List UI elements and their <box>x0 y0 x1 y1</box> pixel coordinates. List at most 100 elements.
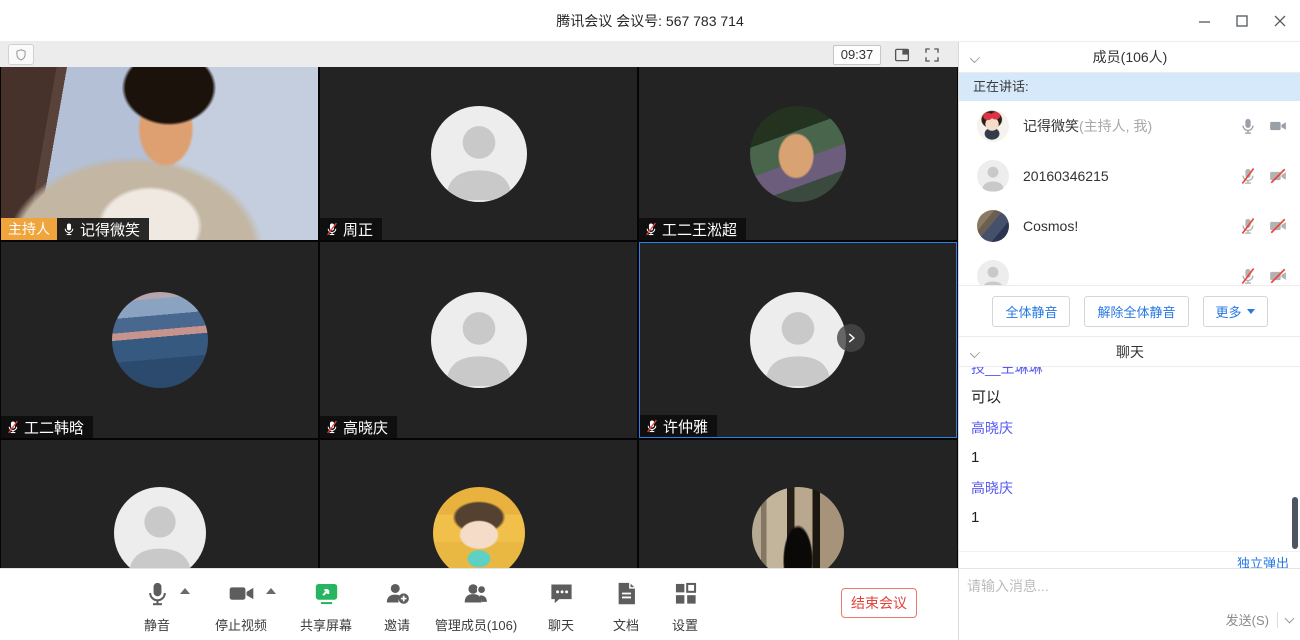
name-tag: 主持人 记得微笑 <box>1 218 149 240</box>
close-icon[interactable] <box>1266 7 1294 35</box>
member-row[interactable]: Cosmos! <box>959 201 1300 251</box>
default-avatar-icon <box>977 260 1009 285</box>
title-bar: 腾讯会议 会议号: 567 783 714 <box>0 0 1300 42</box>
participant-name: 工二韩晗 <box>24 417 84 438</box>
mic-muted-icon <box>325 222 339 236</box>
send-button[interactable]: 发送(S) <box>1226 610 1269 629</box>
member-list: 记得微笑(主持人, 我) 20160346215 Cosmos! <box>959 101 1300 285</box>
chat-message: 可以 <box>971 389 1287 407</box>
video-grid: 主持人 记得微笑 周正 工二王淞超 <box>0 67 958 568</box>
meeting-timer: 09:37 <box>833 45 881 65</box>
speaking-now-banner: 正在讲话: <box>959 73 1300 101</box>
participant-name: 工二王淞超 <box>662 219 737 240</box>
camera-icon <box>228 580 255 607</box>
avatar <box>433 487 525 569</box>
mic-icon <box>144 580 171 607</box>
video-tile[interactable]: 高晓庆 <box>320 242 637 438</box>
default-avatar-icon <box>431 292 527 388</box>
default-avatar-icon <box>431 106 527 202</box>
member-name: 20160346215 <box>1023 168 1109 184</box>
camera-options-caret[interactable] <box>266 588 276 594</box>
avatar <box>977 110 1009 142</box>
chat-sender: 高晓庆 <box>971 479 1287 497</box>
video-tile[interactable]: 周正 <box>320 67 637 240</box>
screen-share-icon <box>313 580 340 607</box>
person-plus-icon <box>384 580 411 607</box>
chat-message-list: 技__王琳琳 可以 高晓庆 1 高晓庆 1 <box>959 367 1300 551</box>
video-tile[interactable] <box>639 440 957 568</box>
meeting-top-strip: 09:37 <box>0 42 958 67</box>
window-controls <box>1190 0 1294 42</box>
member-row[interactable]: 20160346215 <box>959 151 1300 201</box>
settings-grid-icon <box>672 580 699 607</box>
fullscreen-icon[interactable] <box>923 46 941 64</box>
mic-on-icon[interactable] <box>1239 117 1257 135</box>
video-tile[interactable]: 工二王淞超 <box>639 67 957 240</box>
more-label: 更多 <box>1216 302 1242 321</box>
caret-down-icon <box>1247 309 1255 314</box>
member-row[interactable]: 记得微笑(主持人, 我) <box>959 101 1300 151</box>
more-button[interactable]: 更多 <box>1203 296 1268 327</box>
chat-scrollbar[interactable] <box>1292 497 1298 549</box>
people-icon <box>463 580 490 607</box>
settings-button[interactable]: 设置 <box>637 580 733 634</box>
host-badge: 主持人 <box>1 218 57 240</box>
mic-muted-icon <box>6 420 20 434</box>
security-shield-icon[interactable] <box>8 44 34 65</box>
chat-message: 1 <box>971 509 1287 527</box>
maximize-icon[interactable] <box>1228 7 1256 35</box>
mic-muted-icon[interactable] <box>1239 167 1257 185</box>
popout-row: 独立弹出 <box>959 551 1300 568</box>
live-video-feed <box>1 67 318 240</box>
divider <box>1277 612 1278 628</box>
avatar <box>977 210 1009 242</box>
mic-muted-icon <box>644 222 658 236</box>
manage-members-button[interactable]: 管理成员(106) <box>428 580 524 634</box>
unmute-all-button[interactable]: 解除全体静音 <box>1084 296 1188 327</box>
video-tile[interactable]: 工二韩晗 <box>1 242 318 438</box>
camera-muted-icon[interactable] <box>1269 167 1287 185</box>
send-options-chevron-icon[interactable] <box>1285 613 1295 623</box>
mute-button[interactable]: 静音 <box>109 580 205 634</box>
camera-muted-icon[interactable] <box>1269 267 1287 285</box>
member-row[interactable] <box>959 251 1300 285</box>
default-avatar-icon <box>114 487 206 569</box>
video-tile-selected[interactable]: 许仲雅 <box>639 242 957 438</box>
mic-options-caret[interactable] <box>180 588 190 594</box>
video-tile[interactable] <box>1 440 318 568</box>
mic-muted-icon[interactable] <box>1239 267 1257 285</box>
mic-muted-icon <box>325 420 339 434</box>
camera-on-icon[interactable] <box>1269 117 1287 135</box>
mic-muted-icon[interactable] <box>1239 217 1257 235</box>
participant-name: 记得微笑 <box>80 219 140 240</box>
chat-header: 聊天 <box>959 336 1300 367</box>
tencent-meeting-window: 腾讯会议 会议号: 567 783 714 09:37 <box>0 0 1300 640</box>
next-page-arrow-icon[interactable] <box>837 324 865 352</box>
send-row: 发送(S) <box>1226 610 1293 629</box>
video-tile-host[interactable]: 主持人 记得微笑 <box>1 67 318 240</box>
camera-muted-icon[interactable] <box>1269 217 1287 235</box>
chat-sender: 技__王琳琳 <box>971 367 1287 377</box>
members-title: 成员(106人) <box>959 42 1300 72</box>
minimize-icon[interactable] <box>1190 7 1218 35</box>
default-avatar-icon <box>977 160 1009 192</box>
members-footer: 全体静音 解除全体静音 更多 <box>959 285 1300 336</box>
mic-muted-icon <box>645 419 659 433</box>
chat-message: 1 <box>971 449 1287 467</box>
side-panel: 成员(106人) 正在讲话: 记得微笑(主持人, 我) 20160346215 <box>958 42 1300 640</box>
avatar <box>750 106 846 202</box>
chat-sender: 高晓庆 <box>971 419 1287 437</box>
chat-input[interactable] <box>967 575 1147 597</box>
window-title: 腾讯会议 会议号: 567 783 714 <box>0 0 1300 41</box>
layout-toggle-icon[interactable] <box>893 46 911 64</box>
chat-title: 聊天 <box>959 337 1300 366</box>
mic-on-icon <box>62 222 76 236</box>
participant-name: 高晓庆 <box>343 417 388 438</box>
participant-name: 周正 <box>343 219 373 240</box>
end-meeting-button[interactable]: 结束会议 <box>841 588 917 618</box>
mute-all-button[interactable]: 全体静音 <box>992 296 1070 327</box>
chat-input-area: 发送(S) 中 °, 23 S <box>959 568 1300 640</box>
members-header: 成员(106人) <box>959 42 1300 73</box>
video-tile[interactable] <box>320 440 637 568</box>
avatar <box>752 487 844 569</box>
